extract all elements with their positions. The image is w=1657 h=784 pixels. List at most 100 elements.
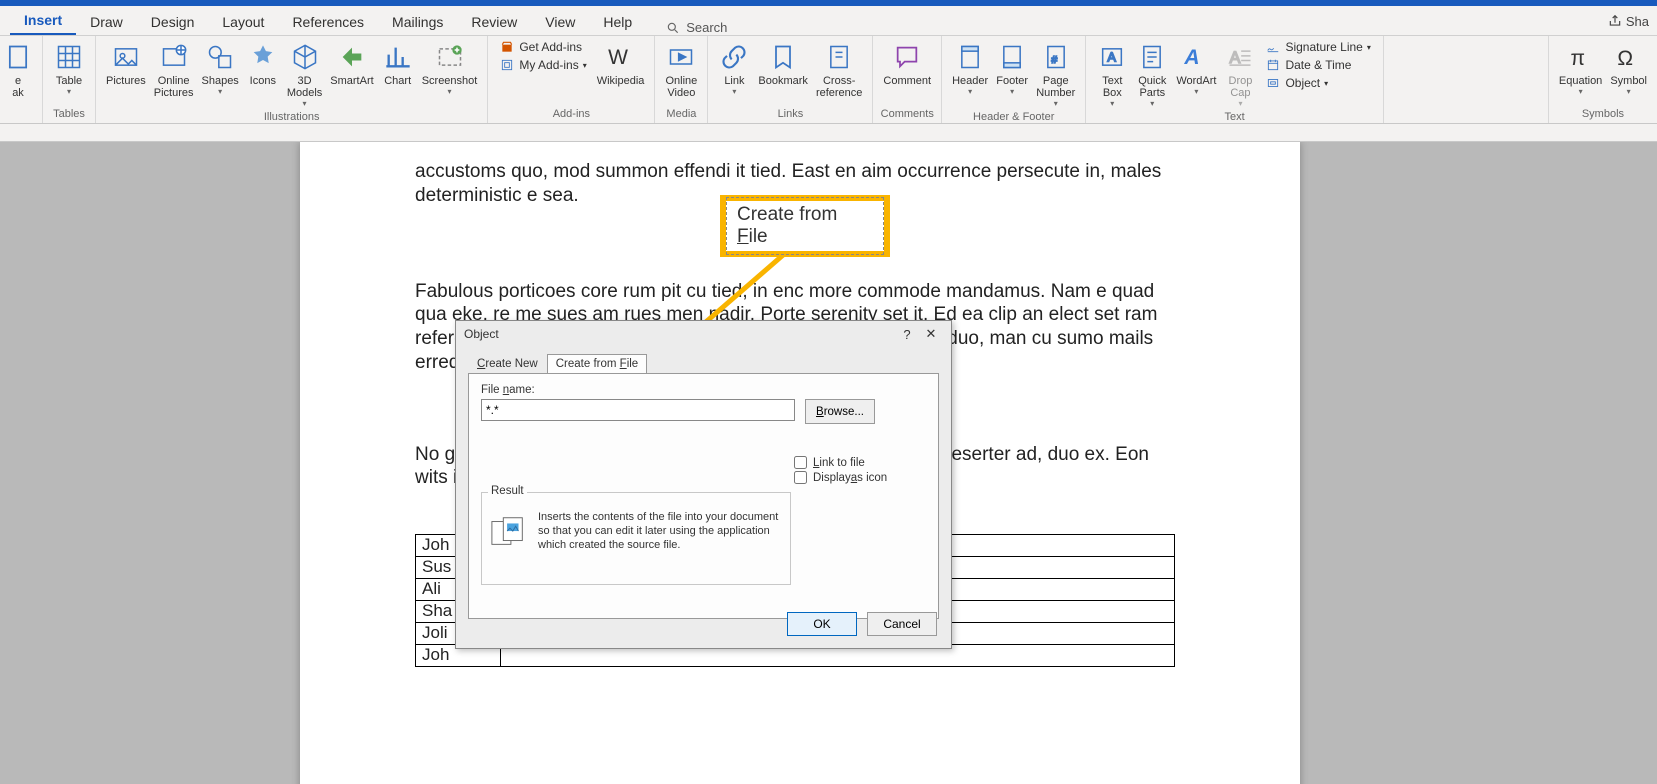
wikipedia-icon: W <box>607 43 635 71</box>
link-icon <box>720 43 748 71</box>
group-comments: Comment Comments <box>873 36 942 123</box>
page-number-icon: # <box>1042 43 1070 71</box>
group-links: Link▾ Bookmark Cross- reference Links <box>708 36 873 123</box>
help-button[interactable]: ? <box>895 327 919 342</box>
drop-cap-button[interactable]: ADrop Cap▾ <box>1220 38 1260 110</box>
signature-icon <box>1266 40 1280 54</box>
page-break-button[interactable]: eak <box>0 38 36 101</box>
get-addins-button[interactable]: Get Add-ins <box>500 38 586 56</box>
search-box[interactable]: Search <box>666 20 727 35</box>
close-button[interactable]: ✕ <box>919 326 943 342</box>
share-icon <box>1608 14 1622 28</box>
wikipedia-button[interactable]: WWikipedia <box>593 38 649 89</box>
svg-text:Ω: Ω <box>1617 47 1633 70</box>
tab-help[interactable]: Help <box>589 8 646 35</box>
addins-icon <box>500 58 514 72</box>
group-header-footer-label: Header & Footer <box>973 110 1054 123</box>
group-addins-label: Add-ins <box>553 105 590 123</box>
cube-icon <box>291 43 319 71</box>
quick-parts-icon <box>1138 43 1166 71</box>
tab-design[interactable]: Design <box>137 8 209 35</box>
smartart-button[interactable]: SmartArt <box>326 38 377 89</box>
header-button[interactable]: Header▾ <box>948 38 992 98</box>
object-icon <box>1266 76 1280 90</box>
result-text: Inserts the contents of the file into yo… <box>538 511 782 576</box>
svg-text:A: A <box>1184 46 1200 69</box>
menubar: Insert Draw Design Layout References Mai… <box>0 6 1657 36</box>
equation-button[interactable]: πEquation▾ <box>1555 38 1606 98</box>
tab-review[interactable]: Review <box>457 8 531 35</box>
footer-button[interactable]: Footer▾ <box>992 38 1032 98</box>
addins-list: Get Add-ins My Add-ins▾ <box>494 38 592 74</box>
result-icon <box>490 515 528 549</box>
ok-button[interactable]: OK <box>787 612 857 636</box>
page-icon <box>4 43 32 71</box>
svg-text:#: # <box>1051 54 1057 66</box>
share-label: Sha <box>1626 14 1649 29</box>
cross-reference-button[interactable]: Cross- reference <box>812 38 866 101</box>
share-button[interactable]: Sha <box>1600 6 1657 36</box>
signature-line-button[interactable]: Signature Line▾ <box>1266 38 1370 56</box>
cancel-button[interactable]: Cancel <box>867 612 937 636</box>
store-icon <box>500 40 514 54</box>
video-icon <box>667 43 695 71</box>
group-media: Online Video Media <box>655 36 708 123</box>
bookmark-button[interactable]: Bookmark <box>754 38 812 89</box>
file-name-input[interactable] <box>481 399 795 421</box>
tab-layout[interactable]: Layout <box>208 8 278 35</box>
comment-button[interactable]: Comment <box>879 38 935 89</box>
group-symbols: πEquation▾ ΩSymbol▾ Symbols <box>1549 36 1657 123</box>
tab-draw[interactable]: Draw <box>76 8 137 35</box>
table-label: Table <box>56 75 82 87</box>
text-box-button[interactable]: AText Box▾ <box>1092 38 1132 110</box>
object-button[interactable]: Object▾ <box>1266 74 1370 92</box>
online-pictures-button[interactable]: Online Pictures <box>150 38 198 101</box>
symbol-button[interactable]: ΩSymbol▾ <box>1606 38 1651 98</box>
chart-button[interactable]: Chart <box>378 38 418 89</box>
browse-button[interactable]: Browse... <box>805 399 875 424</box>
bookmark-icon <box>769 43 797 71</box>
screenshot-button[interactable]: Screenshot▾ <box>418 38 482 98</box>
group-addins: Get Add-ins My Add-ins▾ WWikipedia Add-i… <box>488 36 655 123</box>
svg-text:A: A <box>1108 50 1117 65</box>
shapes-icon <box>206 43 234 71</box>
tab-mailings[interactable]: Mailings <box>378 8 457 35</box>
table-icon <box>55 43 83 71</box>
shapes-button[interactable]: Shapes▾ <box>198 38 243 98</box>
link-button[interactable]: Link▾ <box>714 38 754 98</box>
pictures-icon <box>112 43 140 71</box>
tab-insert[interactable]: Insert <box>10 6 76 35</box>
page-number-button[interactable]: #Page Number▾ <box>1032 38 1079 110</box>
chevron-down-icon: ▾ <box>67 87 71 96</box>
symbol-icon: Ω <box>1615 43 1643 71</box>
tab-create-new[interactable]: Create New <box>468 354 547 374</box>
tab-view[interactable]: View <box>531 8 589 35</box>
link-to-file-checkbox[interactable]: Link to file <box>794 456 887 469</box>
header-icon <box>956 43 984 71</box>
comment-icon <box>893 43 921 71</box>
result-label: Result <box>488 485 527 497</box>
search-placeholder: Search <box>686 20 727 35</box>
my-addins-button[interactable]: My Add-ins▾ <box>500 56 586 74</box>
result-box: Result Inserts the contents of the file … <box>481 492 791 585</box>
page-break-label: eak <box>12 75 24 99</box>
online-video-button[interactable]: Online Video <box>661 38 701 101</box>
wordart-icon: A <box>1182 43 1210 71</box>
group-symbols-label: Symbols <box>1582 105 1624 123</box>
pictures-button[interactable]: Pictures <box>102 38 150 89</box>
drop-cap-icon: A <box>1226 43 1254 71</box>
display-as-icon-checkbox[interactable]: Display as icon <box>794 471 887 484</box>
date-time-button[interactable]: Date & Time <box>1266 56 1370 74</box>
file-name-label: File name: <box>481 384 926 396</box>
table-button[interactable]: Table ▾ <box>49 38 89 98</box>
quick-parts-button[interactable]: Quick Parts▾ <box>1132 38 1172 110</box>
group-tables: Table ▾ Tables <box>43 36 96 123</box>
tab-create-from-file[interactable]: Create from File <box>547 354 647 374</box>
tab-references[interactable]: References <box>278 8 378 35</box>
icons-button[interactable]: Icons <box>243 38 283 89</box>
footer-icon <box>998 43 1026 71</box>
wordart-button[interactable]: AWordArt▾ <box>1172 38 1220 98</box>
group-illustrations: Pictures Online Pictures Shapes▾ Icons 3… <box>96 36 488 123</box>
3d-models-button[interactable]: 3D Models▾ <box>283 38 326 110</box>
svg-text:A: A <box>1230 49 1241 67</box>
